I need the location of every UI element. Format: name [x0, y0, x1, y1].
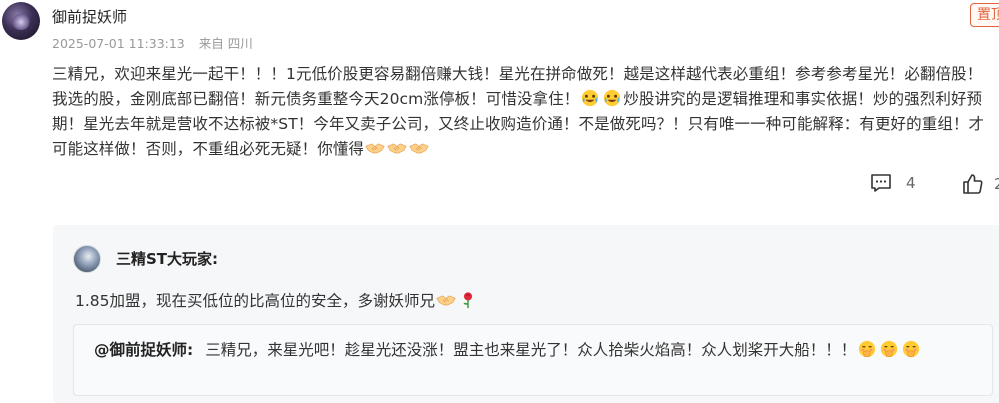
- like-button[interactable]: 2: [962, 173, 999, 195]
- handshake-emoji: [387, 143, 407, 154]
- post-location: 来自 四川: [198, 36, 253, 51]
- avatar[interactable]: [2, 2, 40, 40]
- handshake-emoji: [409, 143, 429, 154]
- reply-content: 1.85加盟，现在买低位的比高位的安全，多谢妖师兄: [75, 289, 479, 311]
- post-author-name[interactable]: 御前捉妖师: [52, 6, 127, 27]
- pin-badge: 置顶: [970, 3, 999, 27]
- nested-reply-content: @御前捉妖师: 三精兄，来星光吧！趁星光还没涨！盟主也来星光了！众人拾柴火焰高！众…: [94, 337, 984, 364]
- hand-over-mouth-emoji: [903, 340, 920, 358]
- handshake-emoji: [365, 143, 385, 154]
- rose-emoji: [463, 292, 473, 309]
- nested-reply-author[interactable]: @御前捉妖师:: [94, 341, 193, 359]
- handshake-emoji: [436, 295, 456, 306]
- comment-button[interactable]: 4: [870, 173, 916, 193]
- post-meta: 2025-07-01 11:33:13 来自 四川: [52, 33, 253, 52]
- hand-over-mouth-emoji: [859, 340, 876, 358]
- crying-laughing-emoji: [582, 89, 599, 107]
- reply-thread: 三精ST大玩家: 1.85加盟，现在买低位的比高位的安全，多谢妖师兄 @御前捉妖…: [53, 225, 999, 403]
- like-count: 2: [994, 175, 999, 193]
- reply-author-name[interactable]: 三精ST大玩家:: [116, 248, 218, 269]
- nested-reply-text: 三精兄，来星光吧！趁星光还没涨！盟主也来星光了！众人拾柴火焰高！众人划桨开大船！…: [205, 341, 857, 359]
- comment-bubble-icon: [871, 174, 891, 192]
- post-datetime: 2025-07-01 11:33:13: [52, 36, 185, 51]
- reply-avatar[interactable]: [73, 245, 101, 273]
- thumbs-up-icon: [963, 174, 983, 194]
- hand-over-mouth-emoji: [881, 340, 898, 358]
- comment-count: 4: [906, 174, 916, 192]
- crying-laughing-emoji: [604, 89, 621, 107]
- reply-text: 1.85加盟，现在买低位的比高位的安全，多谢妖师兄: [75, 292, 436, 310]
- post-content: 三精兄，欢迎来星光一起干！！！1元低价股更容易翻倍赚大钱！星光在拼命做死！越是这…: [52, 62, 997, 162]
- nested-reply: @御前捉妖师: 三精兄，来星光吧！趁星光还没涨！盟主也来星光了！众人拾柴火焰高！众…: [73, 324, 993, 396]
